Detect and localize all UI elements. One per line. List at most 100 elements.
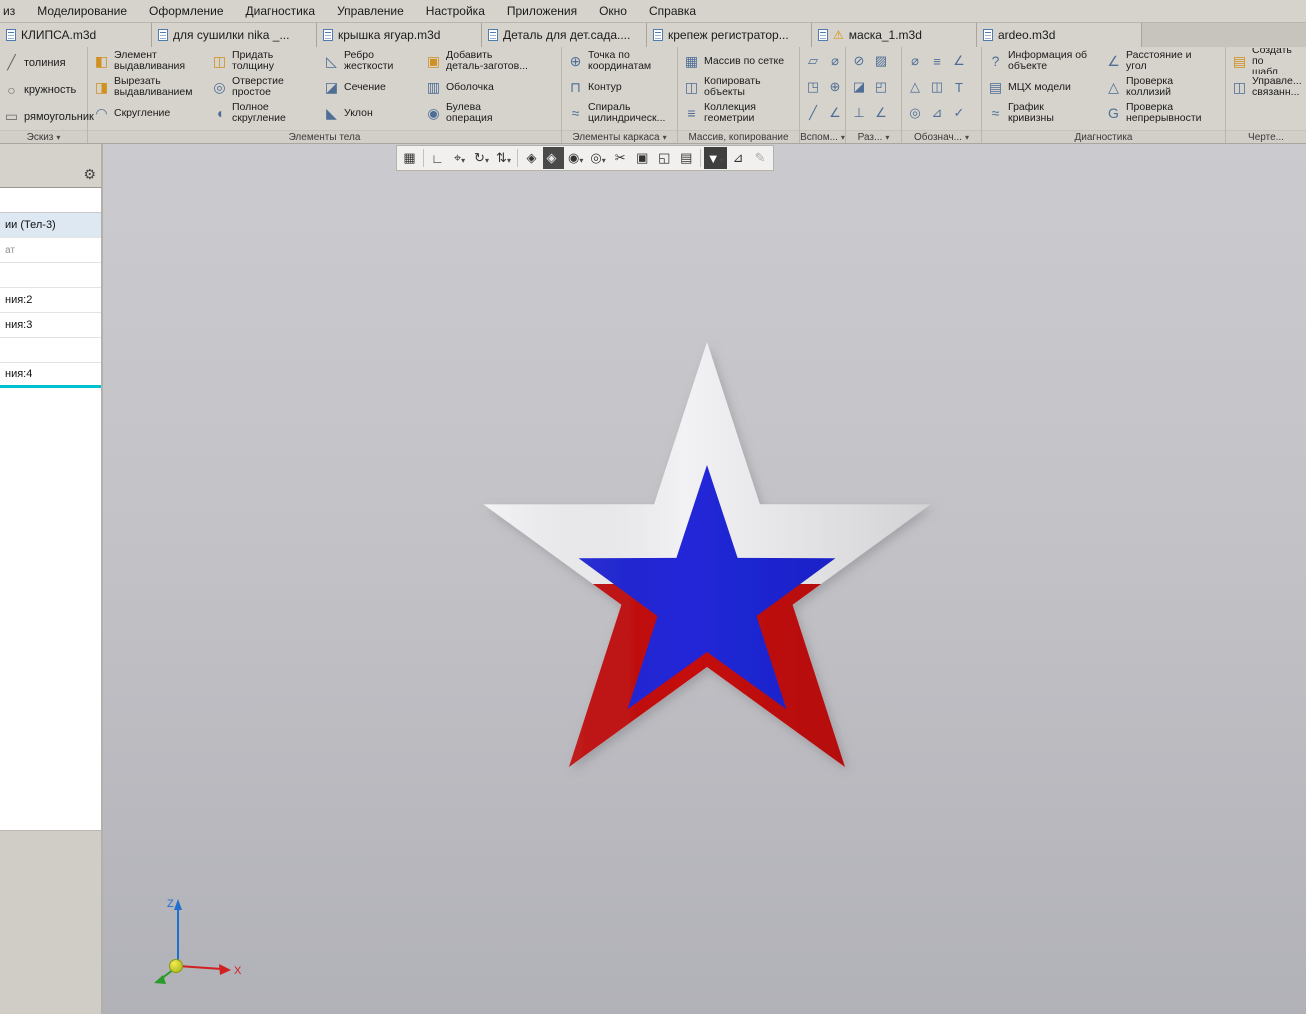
rib-icon: ◺ [326,52,337,69]
tab-document-6[interactable]: ⚠ маска_1.m3d [812,23,977,47]
aux-local-cs-icon[interactable]: ◳ [803,74,823,100]
datum-icon[interactable]: △ [905,74,925,100]
tree-item-result[interactable]: ат [0,238,101,263]
manage-linked-button[interactable]: ◫ Управле... связанн... [1229,74,1303,100]
tab-document-7[interactable]: ardeo.m3d [977,23,1142,47]
viewport-3d[interactable]: ▦ ∟ ⌖ ↻ ⇅ ◈ ◈ ◉ ◎ ✂ ▣ ◱ ▤ ▼ ⊿ ✎ [103,144,1306,1014]
angle-notation-icon[interactable]: ∠ [949,48,969,74]
mass-properties-button[interactable]: ▤ МЦХ модели [985,74,1101,100]
tree-item-operation-3[interactable]: ния:3 [0,313,101,338]
roundness-icon[interactable]: ◎ [905,100,925,126]
fillet-button[interactable]: ◠ Скругление [91,100,207,126]
group-label-sketch[interactable]: Эскиз [0,130,87,143]
gear-icon[interactable]: ⚙ [83,166,96,183]
angle-icon[interactable]: ∠ [871,100,891,126]
document-tab-bar: КЛИПСА.m3d для сушилки nika _... крышка … [0,22,1306,47]
object-info-button[interactable]: ? Информация об объекте [985,48,1101,74]
tab-document-4[interactable]: Деталь для дет.сада.... [482,23,647,47]
check-mark-icon[interactable]: ✓ [949,100,969,126]
star-model[interactable] [483,342,931,768]
star-shading-overlay [483,342,931,768]
menu-bar: из Моделирование Оформление Диагностика … [0,0,1306,22]
z-axis-label: Z [167,898,174,910]
thickness-button[interactable]: ◫ Придать толщину [209,48,319,74]
group-label-wireframe[interactable]: Элементы каркаса [562,130,677,143]
menu-item-management[interactable]: Управление [326,2,415,20]
menu-item-applications[interactable]: Приложения [496,2,588,20]
simple-hole-button[interactable]: ◎ Отверстие простое [209,74,319,100]
collision-check-button[interactable]: △ Проверка коллизий [1103,74,1221,100]
menu-item-design[interactable]: Оформление [138,2,234,20]
menu-item-window[interactable]: Окно [588,2,638,20]
create-by-template-button[interactable]: ▤ Создать по шабл... [1229,48,1303,74]
aux-plane-icon[interactable]: ▱ [803,48,823,74]
distance-angle-button[interactable]: ∠ Расстояние и угол [1103,48,1221,74]
group-label-sections[interactable]: Раз... [846,130,901,143]
spiral-button[interactable]: ≈ Спираль цилиндрическ... [565,100,673,126]
tab-document-1[interactable]: КЛИПСА.m3d [0,23,152,47]
hatch-icon[interactable]: ▨ [871,48,891,74]
menu-item-help[interactable]: Справка [638,2,707,20]
tab-document-3[interactable]: крышка ягуар.m3d [317,23,482,47]
rib-button[interactable]: ◺ Ребро жесткости [321,48,421,74]
group-label-notations[interactable]: Обознач... [902,130,981,143]
tree-item-operation-2[interactable]: ния:2 [0,288,101,313]
draft-button[interactable]: ◣ Уклон [321,100,421,126]
boolean-button[interactable]: ◉ Булева операция [423,100,557,126]
menu-item-settings[interactable]: Настройка [415,2,496,20]
collection-icon: ≡ [687,104,696,121]
ribbon-group-drawing: ▤ Создать по шабл... ◫ Управле... связанн.… [1226,47,1306,143]
aux-diameter-icon[interactable]: ⌀ [825,48,845,74]
tree-item-empty[interactable] [0,263,101,288]
contour-button[interactable]: ⊓ Контур [565,74,673,100]
add-part-icon: ▣ [426,52,441,69]
section-button[interactable]: ◪ Сечение [321,74,421,100]
document-icon [158,29,168,41]
add-part-stock-button[interactable]: ▣ Добавить деталь-заготов... [423,48,557,74]
angle-dim-icon[interactable]: ⊿ [927,100,947,126]
group-label-array: Массив, копирование [678,130,799,143]
curvature-graph-button[interactable]: ≈ График кривизны [985,100,1101,126]
aux-angle-icon[interactable]: ∠ [825,100,845,126]
group-label-auxiliary[interactable]: Вспом... [800,130,845,143]
copy-objects-button[interactable]: ◫ Копировать объекты [681,74,795,100]
mass-properties-icon: ▤ [988,78,1003,95]
extrude-button[interactable]: ◧ Элемент выдавливания [91,48,207,74]
tab-document-5[interactable]: крепеж регистратор... [647,23,812,47]
leader-icon[interactable]: ≡ [927,48,947,74]
shell-button[interactable]: ▥ Оболочка [423,74,557,100]
menu-item-modeling[interactable]: Моделирование [26,2,138,20]
x-axis-arrow-icon [219,964,231,975]
boolean-icon: ◉ [427,104,440,121]
tree-item-operation-4[interactable]: ния:4 [0,363,101,388]
tree-search-input[interactable] [0,188,101,213]
zone-box-icon[interactable]: ◰ [871,74,891,100]
diameter-dim-icon[interactable]: ⌀ [905,48,925,74]
tree-item-empty[interactable] [0,338,101,363]
section-plane-icon[interactable]: ◪ [849,74,869,100]
text-icon[interactable]: Т [949,74,969,100]
tab-label: для сушилки nika _... [173,28,290,42]
aux-axis-icon[interactable]: ╱ [803,100,823,126]
circle-button[interactable]: ○ кружность [3,77,84,102]
tree-item-body[interactable]: ии (Тел-3) [0,213,101,238]
grid-array-button[interactable]: ▦ Массив по сетке [681,48,795,74]
perpendicular-icon[interactable]: ⊥ [849,100,869,126]
section-cut-icon[interactable]: ⊘ [849,48,869,74]
circle-icon: ○ [7,81,16,98]
rectangle-button[interactable]: ▭ рямоугольник [3,104,94,129]
full-fillet-button[interactable]: ◖ Полное скругление [209,100,319,126]
aux-point-icon[interactable]: ⊕ [825,74,845,100]
continuity-check-button[interactable]: G Проверка непрерывности [1103,100,1221,126]
menu-item-sketch-partial[interactable]: из [0,2,26,20]
point-by-coords-button[interactable]: ⊕ Точка по координатам [565,48,673,74]
tab-document-2[interactable]: для сушилки nika _... [152,23,317,47]
cut-extrude-button[interactable]: ◨ Вырезать выдавливанием [91,74,207,100]
contour-icon: ⊓ [570,78,581,95]
geometry-collection-button[interactable]: ≡ Коллекция геометрии [681,100,795,126]
frame-icon[interactable]: ◫ [927,74,947,100]
autoline-button[interactable]: ╱ толиния [3,50,84,75]
extrude-icon: ◧ [94,52,109,69]
chevron-down-icon [56,132,60,143]
menu-item-diagnostics[interactable]: Диагностика [235,2,327,20]
